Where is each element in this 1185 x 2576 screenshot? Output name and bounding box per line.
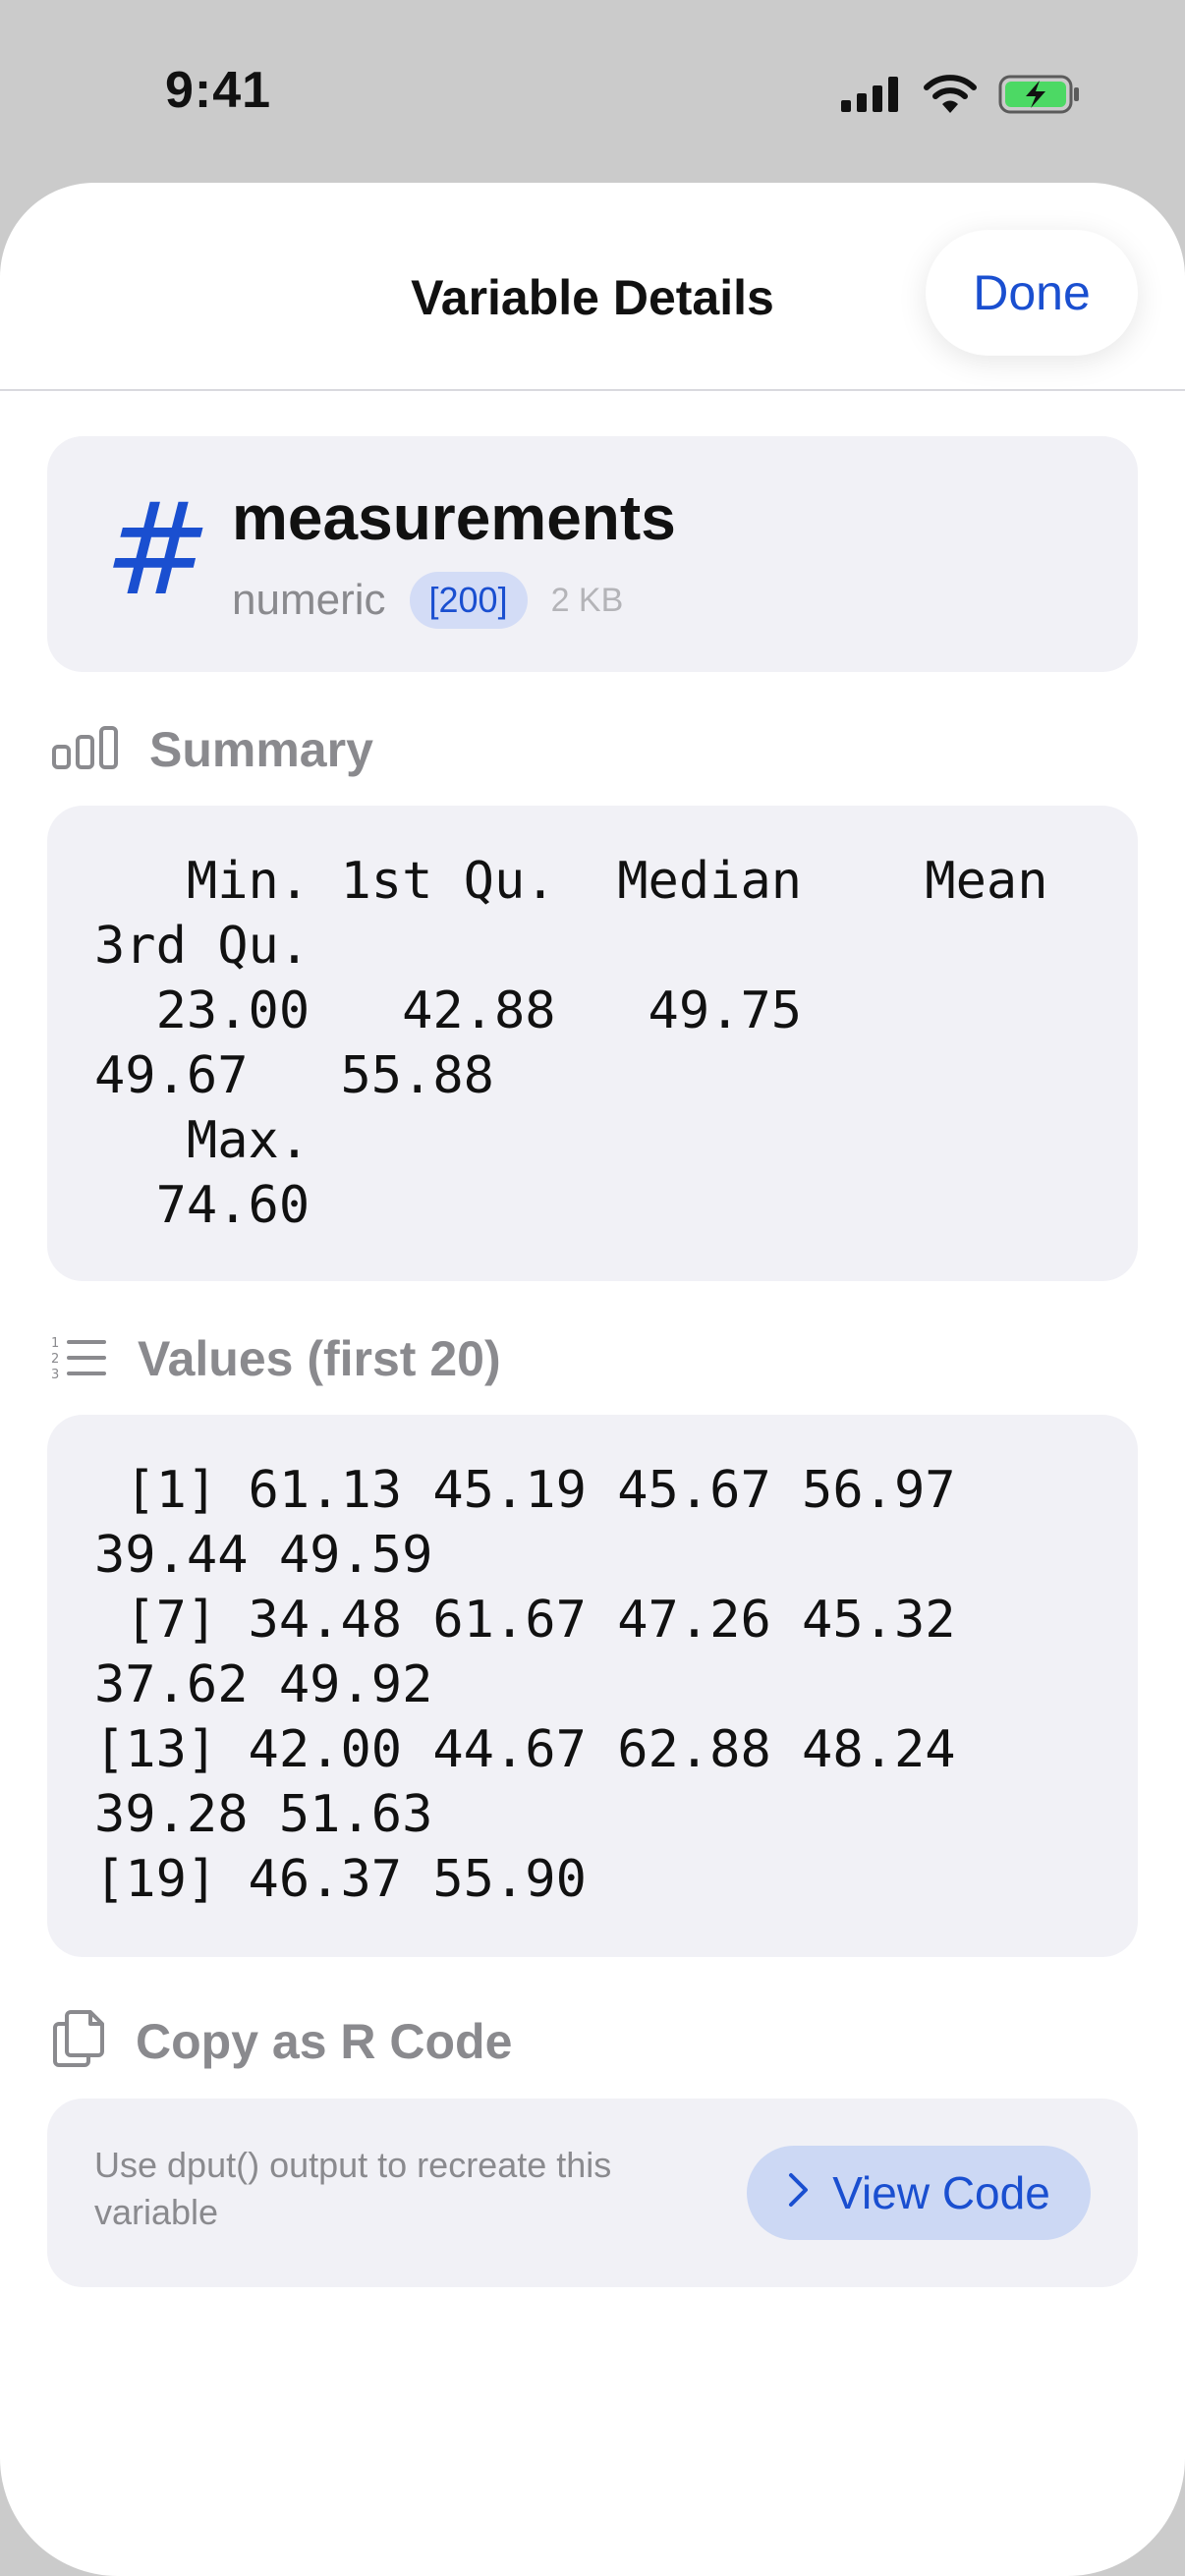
svg-text:2: 2	[51, 1352, 59, 1367]
status-icons	[841, 75, 1081, 119]
copy-label: Copy as R Code	[136, 2013, 513, 2069]
chevron-right-icon	[787, 2166, 811, 2219]
summary-output-card: Min. 1st Qu. Median Mean 3rd Qu. 23.00 4…	[47, 806, 1138, 1281]
summary-label: Summary	[149, 722, 373, 777]
summary-section-header: Summary	[51, 721, 373, 778]
variable-length-badge: [200]	[409, 572, 528, 629]
bar-chart-icon	[51, 725, 120, 775]
done-button[interactable]: Done	[926, 230, 1138, 356]
variable-size: 2 KB	[550, 581, 624, 619]
values-output-card: [1] 61.13 45.19 45.67 56.97 39.44 49.59 …	[47, 1415, 1138, 1957]
wifi-icon	[924, 75, 977, 119]
variable-type: numeric	[232, 576, 386, 624]
svg-text:3: 3	[51, 1368, 59, 1379]
sheet-header: Variable Details Done	[0, 183, 1185, 391]
numbered-list-icon: 1 2 3	[51, 1334, 108, 1384]
document-copy-icon	[51, 2008, 106, 2074]
status-bar: 9:41	[0, 0, 1185, 183]
copy-description: Use dput() output to recreate this varia…	[94, 2145, 612, 2232]
view-code-button[interactable]: View Code	[747, 2146, 1091, 2240]
summary-output: Min. 1st Qu. Median Mean 3rd Qu. 23.00 4…	[94, 852, 1048, 1235]
cellular-signal-icon	[841, 77, 902, 117]
battery-charging-icon	[998, 75, 1081, 119]
variable-card: # measurements numeric [200] 2 KB	[47, 436, 1138, 672]
status-time: 9:41	[165, 62, 272, 119]
values-section-header: 1 2 3 Values (first 20)	[51, 1330, 501, 1387]
svg-text:1: 1	[51, 1336, 59, 1351]
view-code-label: View Code	[832, 2167, 1050, 2218]
variable-details-sheet: Variable Details Done # measurements num…	[0, 183, 1185, 2576]
variable-name: measurements	[232, 482, 676, 553]
copy-section-header: Copy as R Code	[51, 2008, 512, 2074]
copy-card: Use dput() output to recreate this varia…	[47, 2099, 1138, 2287]
hash-icon: #	[104, 475, 211, 624]
values-label: Values (first 20)	[138, 1331, 501, 1386]
values-output: [1] 61.13 45.19 45.67 56.97 39.44 49.59 …	[94, 1461, 956, 1909]
variable-meta: numeric [200] 2 KB	[232, 572, 623, 629]
